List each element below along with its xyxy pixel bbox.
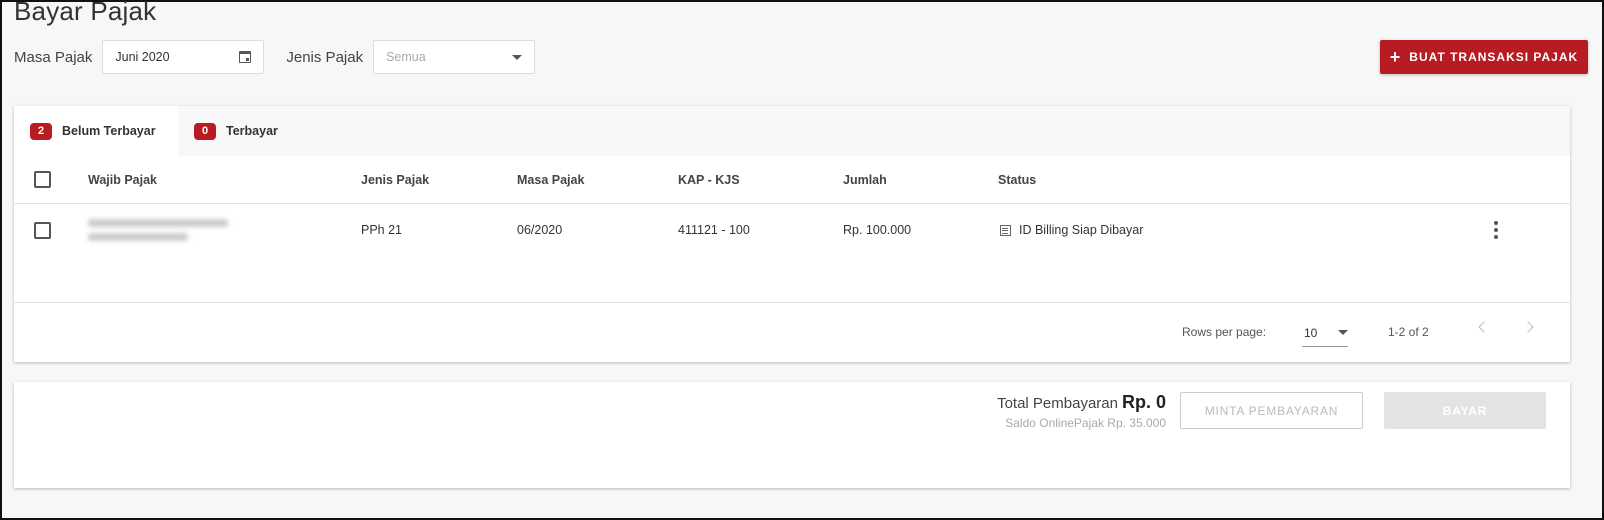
- status-text: ID Billing Siap Dibayar: [1019, 223, 1144, 237]
- page-range: 1-2 of 2: [1388, 325, 1429, 339]
- table-header: Wajib Pajak Jenis Pajak Masa Pajak KAP -…: [14, 156, 1570, 204]
- cell-kap-kjs: 411121 - 100: [678, 223, 750, 237]
- header-kap-kjs[interactable]: KAP - KJS: [678, 156, 740, 203]
- tab-label: Terbayar: [226, 124, 278, 138]
- chevron-down-icon: [1338, 330, 1348, 335]
- row-more-menu[interactable]: [1488, 205, 1504, 255]
- tab-belum-terbayar[interactable]: 2 Belum Terbayar: [14, 106, 178, 156]
- payment-summary-card: Total Pembayaran Rp. 0 Saldo OnlinePajak …: [14, 382, 1570, 488]
- header-wajib-pajak[interactable]: Wajib Pajak: [88, 156, 157, 203]
- table-pagination: Rows per page: 10 1-2 of 2: [14, 302, 1570, 362]
- filter-bar: Masa Pajak Juni 2020 Jenis Pajak Semua: [14, 40, 536, 74]
- plus-icon: +: [1389, 47, 1402, 67]
- rows-per-page-label: Rows per page:: [1182, 325, 1267, 339]
- create-transaction-button[interactable]: + BUAT TRANSAKSI PAJAK: [1380, 40, 1588, 74]
- header-jenis-pajak[interactable]: Jenis Pajak: [361, 156, 429, 203]
- wajib-pajak-redacted: [88, 205, 228, 255]
- tab-label: Belum Terbayar: [62, 124, 156, 138]
- calendar-icon[interactable]: [239, 51, 252, 63]
- total-block: Total Pembayaran Rp. 0 Saldo OnlinePajak …: [997, 392, 1166, 430]
- header-masa-pajak[interactable]: Masa Pajak: [517, 156, 584, 203]
- total-amount: Rp. 0: [1121, 392, 1166, 412]
- list-icon: [1000, 224, 1011, 236]
- table-row[interactable]: PPh 21 06/2020 411121 - 100 Rp. 100.000 …: [14, 205, 1570, 255]
- cell-masa-pajak: 06/2020: [517, 223, 563, 237]
- tab-count-badge: 0: [194, 122, 216, 140]
- cell-jumlah: Rp. 100.000: [843, 223, 912, 237]
- chevron-right-icon[interactable]: [1522, 321, 1534, 333]
- saldo-text: Saldo OnlinePajak Rp. 35.000: [1005, 416, 1166, 430]
- total-label: Total Pembayaran: [997, 395, 1118, 412]
- masa-pajak-value: Juni 2020: [115, 50, 170, 64]
- tab-terbayar[interactable]: 0 Terbayar: [178, 106, 294, 156]
- masa-pajak-label: Masa Pajak: [14, 48, 93, 66]
- page-title: Bayar Pajak: [14, 0, 157, 26]
- transactions-card: 2 Belum Terbayar 0 Terbayar Wajib Pajak …: [14, 106, 1570, 362]
- request-payment-button[interactable]: MINTA PEMBAYARAN: [1180, 392, 1363, 429]
- rows-per-page-select[interactable]: 10: [1302, 319, 1348, 347]
- create-transaction-label: BUAT TRANSAKSI PAJAK: [1409, 50, 1579, 64]
- rows-per-page-value: 10: [1304, 325, 1318, 340]
- jenis-pajak-label: Jenis Pajak: [286, 48, 364, 66]
- chevron-left-icon[interactable]: [1478, 321, 1490, 333]
- cell-jenis-pajak: PPh 21: [361, 223, 403, 237]
- header-jumlah[interactable]: Jumlah: [843, 156, 887, 203]
- select-all-checkbox[interactable]: [34, 171, 51, 188]
- header-status[interactable]: Status: [998, 156, 1036, 203]
- status-tabs: 2 Belum Terbayar 0 Terbayar: [14, 106, 1570, 156]
- chevron-down-icon: [512, 54, 523, 60]
- row-checkbox[interactable]: [34, 221, 51, 239]
- cell-status: ID Billing Siap Dibayar: [1000, 205, 1143, 255]
- tab-count-badge: 2: [30, 122, 52, 140]
- more-vertical-icon[interactable]: [1488, 221, 1504, 239]
- pay-button[interactable]: BAYAR: [1384, 392, 1546, 429]
- jenis-pajak-select[interactable]: Semua: [373, 40, 536, 74]
- masa-pajak-datepicker[interactable]: Juni 2020: [102, 40, 265, 74]
- jenis-pajak-placeholder: Semua: [386, 50, 426, 64]
